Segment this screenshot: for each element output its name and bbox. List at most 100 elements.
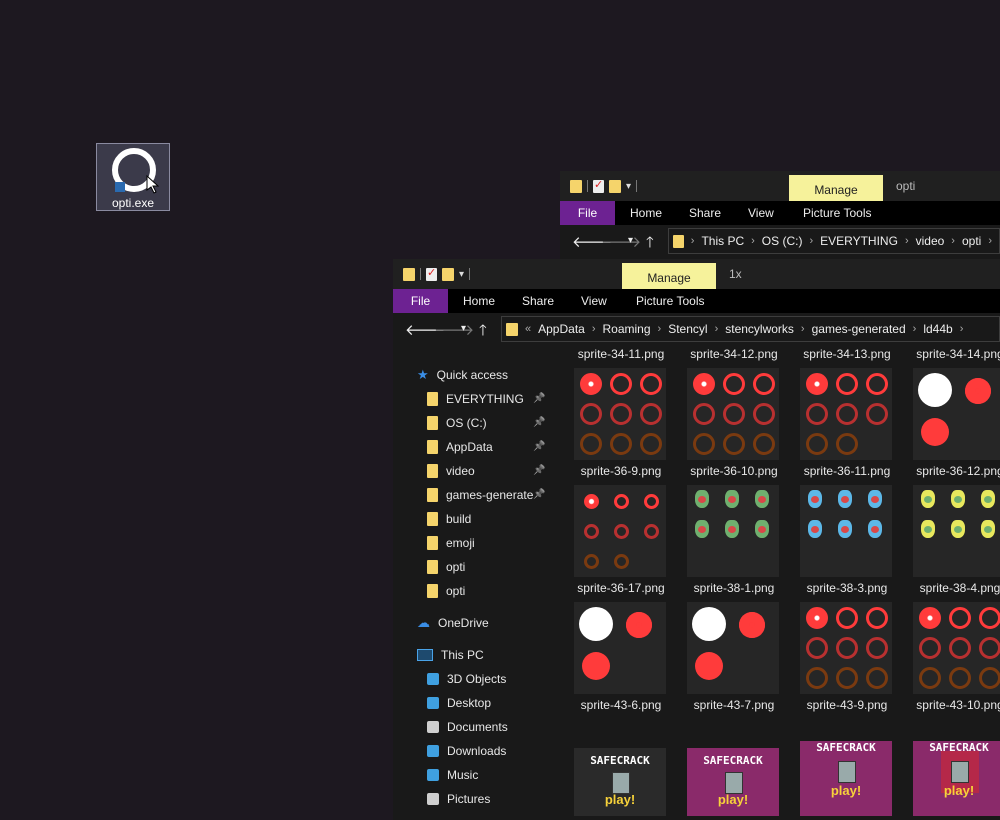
tab-share[interactable]: Share [522,289,554,313]
pin-icon[interactable]: 📌 [533,393,545,404]
tab-view[interactable]: View [581,289,607,313]
file-name[interactable]: sprite-43-7.png [674,698,794,712]
thumbnail-sprite-36-10[interactable] [687,368,779,460]
breadcrumb-overflow[interactable]: « [525,323,531,335]
file-name[interactable]: sprite-43-6.png [561,698,681,712]
thumbnail-sprite-43-7[interactable] [687,602,779,694]
thumbnail-safecrack-1[interactable]: SAFECRACK play! [574,748,666,816]
nav-quick-item[interactable]: emoji [427,532,475,554]
nav-pc-item[interactable]: 3D Objects [427,668,506,690]
chevron-down-icon[interactable]: ▾ [626,181,631,192]
skull-icon [841,496,849,503]
tab-share[interactable]: Share [689,201,721,225]
tab-picture-tools[interactable]: Picture Tools [803,201,871,225]
file-name[interactable]: sprite-38-1.png [674,581,794,595]
file-name[interactable]: sprite-34-13.png [787,347,907,361]
tab-picture-tools[interactable]: Picture Tools [636,289,704,313]
new-folder-icon[interactable] [609,179,621,193]
breadcrumb-item[interactable]: opti [962,234,981,248]
file-name[interactable]: sprite-34-11.png [561,347,681,361]
breadcrumb-item[interactable]: OS (C:) [762,234,803,248]
thumbnail-safecrack-2[interactable]: SAFECRACK play! [687,748,779,816]
file-name[interactable]: sprite-36-17.png [561,581,681,595]
breadcrumb-item[interactable]: EVERYTHING [820,234,898,248]
pin-icon[interactable]: 📌 [533,417,545,428]
thumbnail-safecrack-4[interactable]: SAFECRACK play! [913,741,1000,816]
file-name[interactable]: sprite-36-12.png [900,464,1000,478]
explorer-window-front[interactable]: ▾ Manage 1x File Home Share View Picture… [393,259,1000,820]
tab-home[interactable]: Home [630,201,662,225]
forward-arrow-icon[interactable]: 🡒 [434,320,474,339]
pin-icon[interactable]: 📌 [533,441,545,452]
thumbnail-sprite-36-17[interactable] [574,485,666,577]
nav-quick-item[interactable]: video [427,460,475,482]
pin-icon[interactable]: 📌 [533,489,545,500]
recent-locations-chevron-icon[interactable]: ▾ [461,323,466,334]
nav-this-pc[interactable]: This PC [417,644,484,666]
address-bar[interactable]: « AppData › Roaming › Stencyl › stencylwork… [501,316,1000,342]
breadcrumb-item[interactable]: ld44b [923,322,952,336]
thumbnail-sprite-38-1[interactable] [687,485,779,577]
manage-tab[interactable]: Manage [622,263,716,289]
thumbnail-sprite-38-4[interactable] [913,485,1000,577]
breadcrumb-item[interactable]: Stencyl [668,322,707,336]
file-name[interactable]: sprite-36-9.png [561,464,681,478]
breadcrumb-item[interactable]: video [916,234,945,248]
up-arrow-icon[interactable]: 🡑 [479,320,487,345]
nav-quick-item[interactable]: OS (C:) [427,412,487,434]
nav-onedrive[interactable]: ☁ OneDrive [417,612,489,634]
tab-file[interactable]: File [393,289,448,313]
chevron-down-icon[interactable]: ▾ [459,269,464,280]
nav-quick-access[interactable]: ★ Quick access [417,364,508,386]
desktop-icon-opti[interactable]: opti.exe [96,143,170,211]
forward-arrow-icon[interactable]: 🡒 [601,232,641,251]
properties-icon[interactable] [426,266,437,281]
nav-pc-item[interactable]: Pictures [427,788,490,810]
nav-pc-item[interactable]: Documents [427,716,508,738]
breadcrumb-item[interactable]: Roaming [603,322,651,336]
file-name[interactable]: sprite-43-9.png [787,698,907,712]
skull-icon [841,526,849,533]
nav-pc-item[interactable]: Downloads [427,740,506,762]
properties-icon[interactable] [593,178,604,193]
thumbnail-sprite-43-10[interactable] [913,602,1000,694]
folder-icon[interactable] [403,267,415,281]
file-name[interactable]: sprite-38-3.png [787,581,907,595]
nav-quick-item[interactable]: EVERYTHING [427,388,524,410]
nav-pc-item[interactable]: Music [427,764,478,786]
file-name[interactable]: sprite-43-10.png [900,698,1000,712]
tab-view[interactable]: View [748,201,774,225]
thumbnail-sprite-36-9[interactable] [574,368,666,460]
nav-quick-item[interactable]: games-generate [427,484,533,506]
nav-pc-item[interactable]: Desktop [427,692,491,714]
thumbnail-sprite-36-12[interactable] [913,368,1000,460]
recent-locations-chevron-icon[interactable]: ▾ [628,235,633,246]
new-folder-icon[interactable] [442,267,454,281]
breadcrumb-item[interactable]: This PC [701,234,744,248]
nav-quick-item[interactable]: opti [427,556,465,578]
thumbnail-sprite-43-9[interactable] [800,602,892,694]
nav-quick-item[interactable]: opti [427,580,465,602]
up-arrow-icon[interactable]: 🡑 [646,232,654,257]
file-name[interactable]: sprite-34-12.png [674,347,794,361]
file-name[interactable]: sprite-36-10.png [674,464,794,478]
tab-file[interactable]: File [560,201,615,225]
thumbnail-safecrack-3[interactable]: SAFECRACK play! [800,741,892,816]
nav-quick-item[interactable]: build [427,508,471,530]
file-name[interactable]: sprite-36-11.png [787,464,907,478]
folder-icon[interactable] [570,179,582,193]
thumbnail-sprite-36-11[interactable] [800,368,892,460]
nav-quick-item[interactable]: AppData [427,436,493,458]
manage-tab[interactable]: Manage [789,175,883,201]
file-name[interactable]: sprite-38-4.png [900,581,1000,595]
explorer-window-back[interactable]: ▾ Manage opti File Home Share View Pictu… [560,171,1000,259]
breadcrumb-item[interactable]: stencylworks [725,322,794,336]
thumbnail-sprite-38-3[interactable] [800,485,892,577]
breadcrumb-item[interactable]: games-generated [812,322,906,336]
breadcrumb-item[interactable]: AppData [538,322,585,336]
thumbnail-sprite-43-6[interactable] [574,602,666,694]
file-name[interactable]: sprite-34-14.png [900,347,1000,361]
address-bar[interactable]: › This PC › OS (C:) › EVERYTHING › video › op… [668,228,1000,254]
tab-home[interactable]: Home [463,289,495,313]
pin-icon[interactable]: 📌 [533,465,545,476]
